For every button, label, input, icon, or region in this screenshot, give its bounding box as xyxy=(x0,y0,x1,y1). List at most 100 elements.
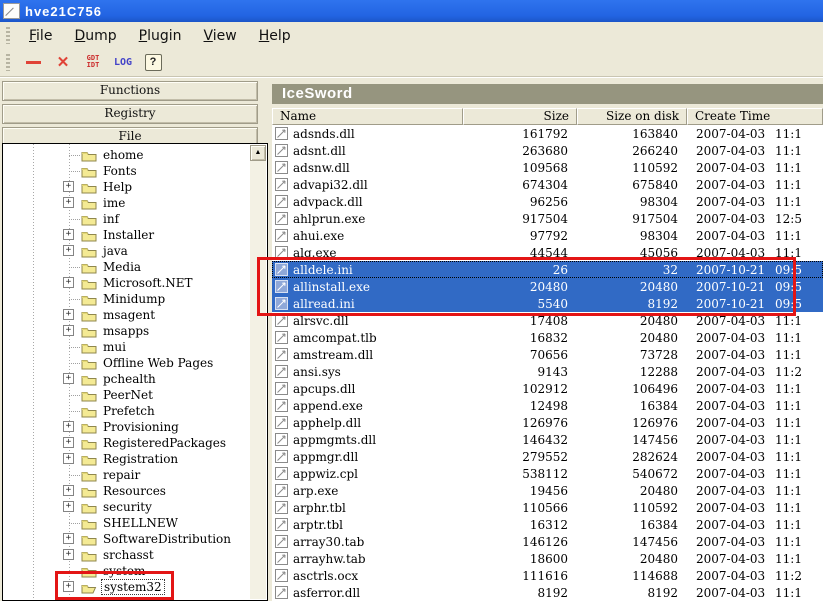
expand-plus-icon[interactable]: + xyxy=(63,309,74,320)
functions-button[interactable]: Functions xyxy=(2,81,258,101)
help-button[interactable]: ? xyxy=(138,51,168,73)
tree-item-mui[interactable]: mui xyxy=(3,339,251,355)
tree-item-peernet[interactable]: PeerNet xyxy=(3,387,251,403)
expand-plus-icon[interactable]: + xyxy=(63,277,74,288)
expand-plus-icon[interactable]: + xyxy=(63,373,74,384)
file-row-appmgr-dll[interactable]: appmgr.dll2795522826242007-04-0311:1 xyxy=(272,448,823,465)
expand-plus-icon[interactable]: + xyxy=(63,245,74,256)
file-row-alldele-ini[interactable]: alldele.ini26322007-10-2109:5 xyxy=(272,261,823,278)
file-row-ahlprun-exe[interactable]: ahlprun.exe9175049175042007-04-0312:5 xyxy=(272,210,823,227)
tree-item-prefetch[interactable]: Prefetch xyxy=(3,403,251,419)
tree-item-ime[interactable]: +ime xyxy=(3,195,251,211)
expand-plus-icon[interactable]: + xyxy=(63,325,74,336)
tree-scrollbar[interactable]: ▲ xyxy=(250,145,266,599)
scroll-up-arrow-icon[interactable]: ▲ xyxy=(250,145,266,161)
tree-item-java[interactable]: +java xyxy=(3,243,251,259)
file-row-allread-ini[interactable]: allread.ini554081922007-10-2109:5 xyxy=(272,295,823,312)
tree-item-microsoft-net[interactable]: +Microsoft.NET xyxy=(3,275,251,291)
file-row-ansi-sys[interactable]: ansi.sys9143122882007-04-0311:2 xyxy=(272,363,823,380)
tree-item-installer[interactable]: +Installer xyxy=(3,227,251,243)
file-row-asctrls-ocx[interactable]: asctrls.ocx1116161146882007-04-0311:2 xyxy=(272,567,823,584)
column-header-size-on-disk[interactable]: Size on disk xyxy=(577,108,687,125)
expand-plus-icon[interactable]: + xyxy=(63,437,74,448)
column-header-create-time[interactable]: Create Time xyxy=(687,108,823,125)
tree-item-shellnew[interactable]: SHELLNEW xyxy=(3,515,251,531)
tree-item-system32[interactable]: +system32 xyxy=(3,579,251,595)
file-row-append-exe[interactable]: append.exe12498163842007-04-0311:1 xyxy=(272,397,823,414)
tree-item-registration[interactable]: +Registration xyxy=(3,451,251,467)
file-size-cell: 9143 xyxy=(463,365,577,379)
file-row-apcups-dll[interactable]: apcups.dll1029121064962007-04-0311:1 xyxy=(272,380,823,397)
tree-item-fonts[interactable]: Fonts xyxy=(3,163,251,179)
file-row-advpack-dll[interactable]: advpack.dll96256983042007-04-0311:1 xyxy=(272,193,823,210)
file-row-apphelp-dll[interactable]: apphelp.dll1269761269762007-04-0311:1 xyxy=(272,414,823,431)
create-date: 2007-04-03 xyxy=(696,484,775,498)
registry-button[interactable]: Registry xyxy=(2,104,258,124)
menu-file[interactable]: File xyxy=(18,26,63,46)
file-row-asferror-dll[interactable]: asferror.dll819281922007-04-0311:1 xyxy=(272,584,823,601)
tree-item-msapps[interactable]: +msapps xyxy=(3,323,251,339)
menu-view[interactable]: View xyxy=(193,26,248,46)
file-row-amstream-dll[interactable]: amstream.dll70656737282007-04-0311:1 xyxy=(272,346,823,363)
file-row-alrsvc-dll[interactable]: alrsvc.dll17408204802007-04-0311:1 xyxy=(272,312,823,329)
tree-item-resources[interactable]: +Resources xyxy=(3,483,251,499)
file-row-appmgmts-dll[interactable]: appmgmts.dll1464321474562007-04-0311:1 xyxy=(272,431,823,448)
close-button[interactable]: ✕ xyxy=(48,51,78,73)
tree-item-ehome[interactable]: ehome xyxy=(3,147,251,163)
tree-item-minidump[interactable]: Minidump xyxy=(3,291,251,307)
expand-plus-icon[interactable]: + xyxy=(63,549,74,560)
file-row-arrayhw-tab[interactable]: arrayhw.tab18600204802007-04-0311:1 xyxy=(272,550,823,567)
expand-plus-icon[interactable]: + xyxy=(63,453,74,464)
column-header-size[interactable]: Size xyxy=(463,108,577,125)
tree-item-security[interactable]: + security xyxy=(3,499,251,515)
log-button[interactable]: LOG xyxy=(108,51,138,73)
column-header-name[interactable]: Name xyxy=(272,108,463,125)
menu-help[interactable]: Help xyxy=(248,26,302,46)
tree-item-srchasst[interactable]: +srchasst xyxy=(3,547,251,563)
menubar-grip-handle[interactable] xyxy=(6,27,10,44)
expand-plus-icon[interactable]: + xyxy=(63,421,74,432)
tree-item-partial[interactable] xyxy=(3,595,251,600)
expand-plus-icon[interactable]: + xyxy=(63,485,74,496)
file-row-arphr-tbl[interactable]: arphr.tbl1105661105922007-04-0311:1 xyxy=(272,499,823,516)
file-row-arptr-tbl[interactable]: arptr.tbl16312163842007-04-0311:1 xyxy=(272,516,823,533)
expand-plus-icon[interactable]: + xyxy=(63,533,74,544)
menu-dump[interactable]: Dump xyxy=(63,26,127,46)
tree-item-pchealth[interactable]: +pchealth xyxy=(3,371,251,387)
tree-item-provisioning[interactable]: +Provisioning xyxy=(3,419,251,435)
tree-item-media[interactable]: Media xyxy=(3,259,251,275)
expand-plus-icon[interactable]: + xyxy=(63,581,74,592)
tree-item-registeredpackages[interactable]: +RegisteredPackages xyxy=(3,435,251,451)
toolbar-grip-handle[interactable] xyxy=(6,54,10,71)
file-row-appwiz-cpl[interactable]: appwiz.cpl5381125406722007-04-0311:1 xyxy=(272,465,823,482)
file-row-array30-tab[interactable]: array30.tab1461261474562007-04-0311:1 xyxy=(272,533,823,550)
file-name: array30.tab xyxy=(293,535,364,549)
minimize-button[interactable] xyxy=(18,51,48,73)
tree-item-msagent[interactable]: +msagent xyxy=(3,307,251,323)
tree-item-inf[interactable]: inf xyxy=(3,211,251,227)
gdt-idt-button[interactable]: GDT IDT xyxy=(78,51,108,73)
file-row-adsnds-dll[interactable]: adsnds.dll1617921638402007-04-0311:1 xyxy=(272,125,823,142)
file-row-allinstall-exe[interactable]: allinstall.exe20480204802007-10-2109:5 xyxy=(272,278,823,295)
folder-icon xyxy=(81,421,97,434)
expand-plus-icon[interactable]: + xyxy=(63,197,74,208)
tree-item-repair[interactable]: repair xyxy=(3,467,251,483)
menu-plugin[interactable]: Plugin xyxy=(128,26,193,46)
file-row-arp-exe[interactable]: arp.exe19456204802007-04-0311:1 xyxy=(272,482,823,499)
expand-plus-icon[interactable]: + xyxy=(63,501,74,512)
tree-item-help[interactable]: +Help xyxy=(3,179,251,195)
file-size-on-disk-cell: 147456 xyxy=(577,535,687,549)
tree-item-label: security xyxy=(101,500,154,514)
tree-item-offline-web-pages[interactable]: Offline Web Pages xyxy=(3,355,251,371)
file-row-adsnw-dll[interactable]: adsnw.dll1095681105922007-04-0311:1 xyxy=(272,159,823,176)
file-name: append.exe xyxy=(293,399,363,413)
tree-item-system[interactable]: system xyxy=(3,563,251,579)
tree-item-softwaredistribution[interactable]: +SoftwareDistribution xyxy=(3,531,251,547)
expand-plus-icon[interactable]: + xyxy=(63,181,74,192)
file-row-alg-exe[interactable]: alg.exe44544450562007-04-0311:1 xyxy=(272,244,823,261)
expand-plus-icon[interactable]: + xyxy=(63,229,74,240)
file-row-amcompat-tlb[interactable]: amcompat.tlb16832204802007-04-0311:1 xyxy=(272,329,823,346)
file-row-advapi32-dll[interactable]: advapi32.dll6743046758402007-04-0311:1 xyxy=(272,176,823,193)
file-row-ahui-exe[interactable]: ahui.exe97792983042007-04-0311:1 xyxy=(272,227,823,244)
file-row-adsnt-dll[interactable]: adsnt.dll2636802662402007-04-0311:1 xyxy=(272,142,823,159)
